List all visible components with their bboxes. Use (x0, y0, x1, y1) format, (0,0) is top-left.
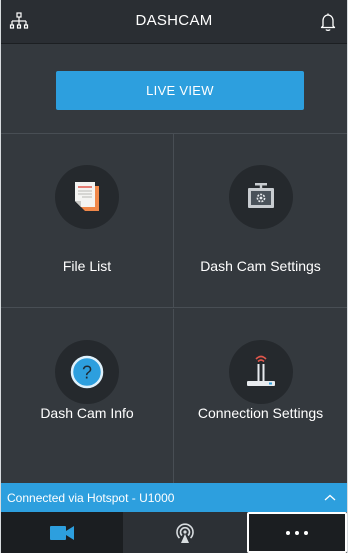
tab-more[interactable] (247, 512, 347, 553)
tile-label: File List (62, 258, 112, 274)
tile-connection-settings[interactable]: Connection Settings (174, 309, 347, 483)
dashcam-settings-icon (228, 165, 293, 229)
wireless-icon (176, 522, 194, 543)
svg-text:?: ? (82, 363, 92, 383)
app-screen: DASHCAM LIVE VIEW File List Dash Cam Set… (0, 0, 348, 553)
more-icon (286, 530, 308, 535)
tile-file-list[interactable]: File List (1, 134, 174, 308)
chevron-up-icon[interactable] (323, 491, 337, 505)
menu-grid: File List Dash Cam Settings ? Dash Cam I… (1, 133, 347, 484)
header-bar: DASHCAM (1, 0, 347, 44)
bottom-tab-bar (1, 512, 347, 553)
connection-status-bar[interactable]: Connected via Hotspot - U1000 (1, 483, 347, 512)
live-view-button[interactable]: LIVE VIEW (56, 71, 304, 110)
page-title: DASHCAM (135, 12, 213, 29)
video-camera-icon (50, 525, 74, 540)
tile-label: Dash Cam Settings (200, 258, 321, 274)
file-list-icon (55, 165, 119, 229)
tile-label: Connection Settings (197, 405, 324, 421)
tile-label: Dash Cam Info (40, 405, 134, 421)
bell-icon[interactable] (317, 11, 339, 33)
router-icon (228, 340, 293, 404)
tab-wireless[interactable] (123, 512, 247, 553)
tile-dashcam-info[interactable]: ? Dash Cam Info (1, 309, 174, 483)
connection-status-text: Connected via Hotspot - U1000 (7, 491, 175, 505)
tab-camera[interactable] (1, 512, 123, 553)
question-icon: ? (55, 340, 119, 404)
tile-dashcam-settings[interactable]: Dash Cam Settings (174, 134, 347, 308)
